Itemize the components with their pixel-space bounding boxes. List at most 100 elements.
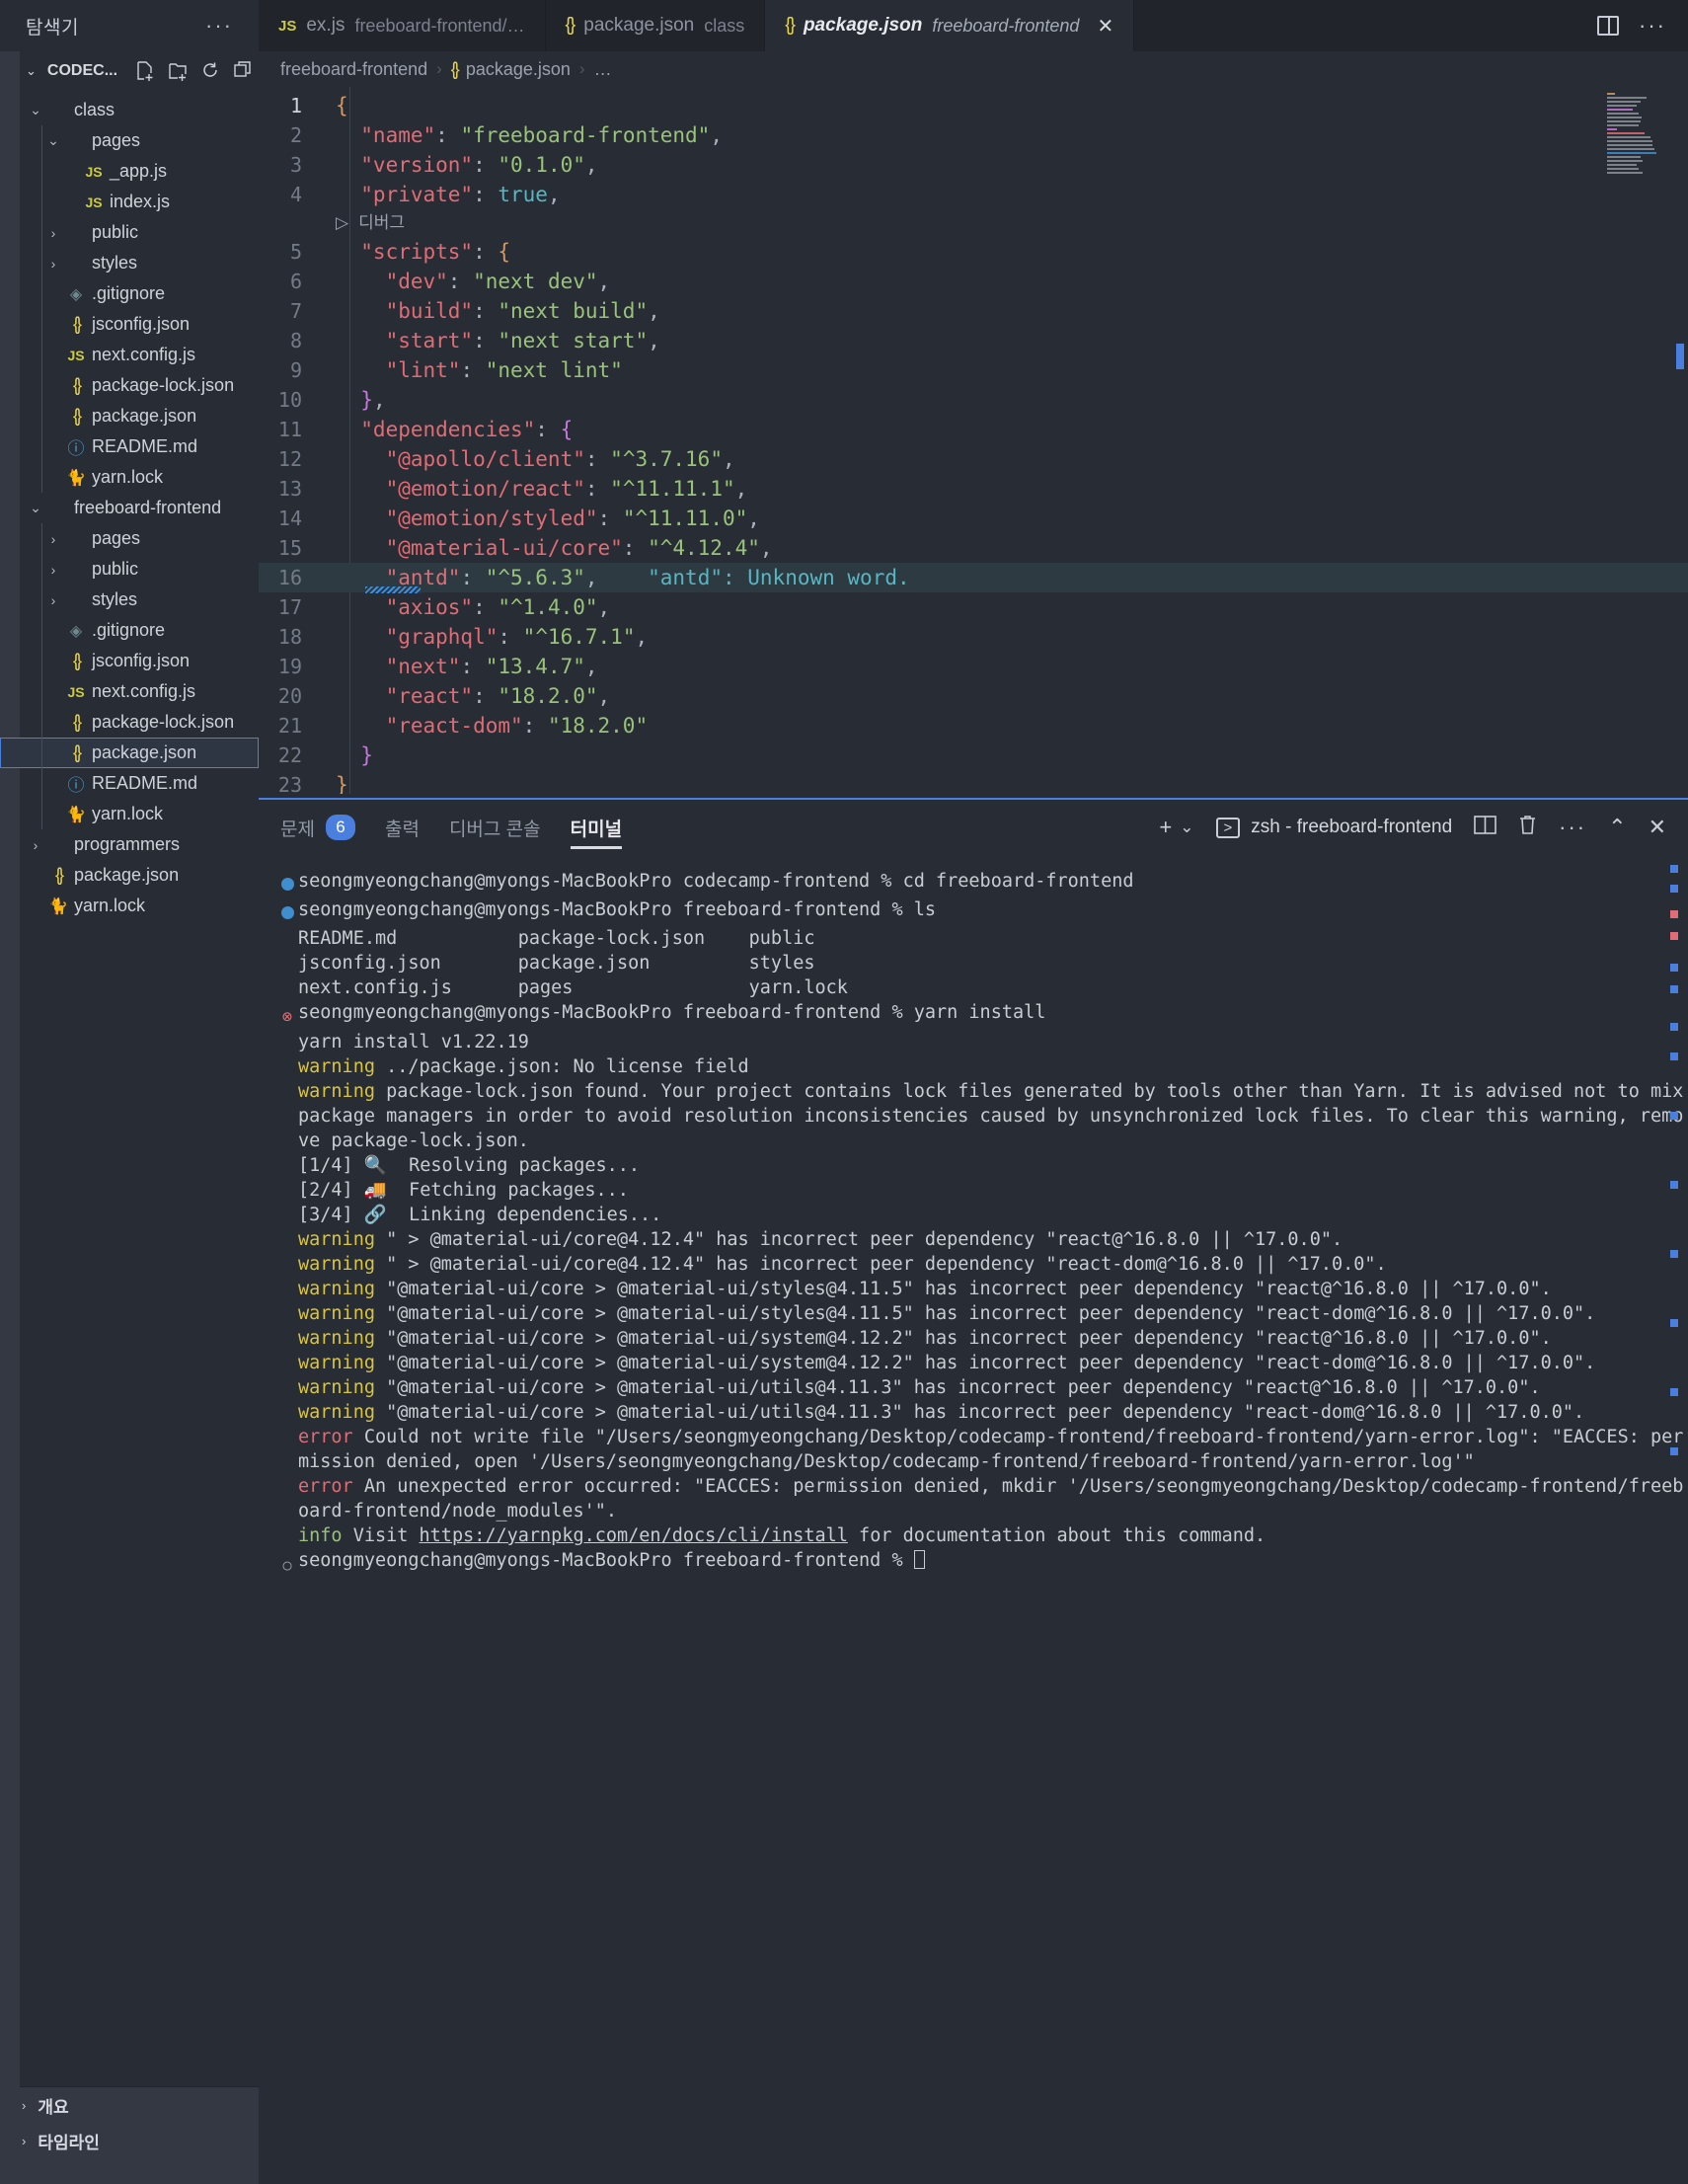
code-editor[interactable]: 1{2 "name": "freeboard-frontend", 3 "vers… xyxy=(259,87,1688,794)
new-folder-icon[interactable] xyxy=(169,61,188,82)
tree-item-programmers[interactable]: › programmers xyxy=(0,829,259,860)
code-line-10[interactable]: 10 }, xyxy=(259,385,1688,415)
tree-item-next-config-js[interactable]: JS next.config.js xyxy=(0,676,259,707)
tree-item-README-md[interactable]: ⓘ README.md xyxy=(0,768,259,799)
code-line-6[interactable]: 6 "dev": "next dev", xyxy=(259,267,1688,296)
code-line-11[interactable]: 11 "dependencies": { xyxy=(259,415,1688,444)
chevron-right-icon[interactable]: › xyxy=(22,2098,26,2113)
split-terminal-icon[interactable] xyxy=(1474,815,1496,840)
panel-tab-문제[interactable]: 문제 6 xyxy=(280,800,355,855)
code-line-2[interactable]: 2 "name": "freeboard-frontend", xyxy=(259,120,1688,150)
editor-tab-package-json-1[interactable]: {} package.json class xyxy=(545,0,766,51)
tree-item-pages[interactable]: ⌄ pages xyxy=(0,125,259,156)
chevron-right-icon[interactable]: › xyxy=(26,837,45,853)
chevron-right-icon[interactable]: › xyxy=(43,562,63,578)
code-line-8[interactable]: 8 "start": "next start", xyxy=(259,326,1688,355)
terminal-body[interactable]: seongmyeongchang@myongs-MacBookPro codec… xyxy=(259,855,1688,2184)
tree-item-package-json[interactable]: {} package.json xyxy=(0,401,259,431)
play-icon[interactable]: ▷ xyxy=(328,208,348,238)
maximize-panel-chevron-up-icon[interactable]: ⌃ xyxy=(1608,815,1626,840)
tree-item-freeboard-frontend[interactable]: ⌄ freeboard-frontend xyxy=(0,493,259,523)
tree-item-jsconfig-json[interactable]: {} jsconfig.json xyxy=(0,309,259,340)
code-line-23[interactable]: 23} xyxy=(259,770,1688,794)
breadcrumb-file[interactable]: package.json xyxy=(466,59,571,80)
tree-item-jsconfig-json[interactable]: {} jsconfig.json xyxy=(0,646,259,676)
code-line-12[interactable]: 12 "@apollo/client": "^3.7.16", xyxy=(259,444,1688,474)
new-terminal-chevron-down-icon[interactable]: ⌄ xyxy=(1180,818,1193,837)
editor-tab-ex-js-0[interactable]: JS ex.js freeboard-frontend/… xyxy=(259,0,546,51)
editor-scrollbar-marker[interactable] xyxy=(1676,344,1684,369)
tree-item-pages[interactable]: › pages xyxy=(0,523,259,554)
split-editor-icon[interactable] xyxy=(1597,16,1620,36)
new-terminal-icon[interactable]: + xyxy=(1159,815,1172,840)
chevron-down-icon[interactable]: ⌄ xyxy=(43,132,63,149)
code-content[interactable]: 1{2 "name": "freeboard-frontend", 3 "vers… xyxy=(259,87,1688,794)
chevron-right-icon[interactable]: › xyxy=(22,2134,26,2148)
code-line-16[interactable]: 16 "antd": "^5.6.3", "antd": Unknown wor… xyxy=(259,563,1688,593)
code-line-15[interactable]: 15 "@material-ui/core": "^4.12.4", xyxy=(259,533,1688,563)
tree-item-next-config-js[interactable]: JS next.config.js xyxy=(0,340,259,370)
code-line-4[interactable]: 4 "private": true, xyxy=(259,180,1688,209)
close-panel-icon[interactable]: ✕ xyxy=(1649,815,1666,840)
collapse-all-icon[interactable] xyxy=(234,60,253,82)
code-line-5[interactable]: 5 "scripts": { xyxy=(259,237,1688,267)
code-line-9[interactable]: 9 "lint": "next lint" xyxy=(259,355,1688,385)
tree-item-package-json[interactable]: {} package.json xyxy=(0,738,259,768)
breadcrumb-tail[interactable]: … xyxy=(594,59,612,80)
close-tab-icon[interactable]: ✕ xyxy=(1097,14,1113,39)
tree-item--gitignore[interactable]: ◈ .gitignore xyxy=(0,615,259,646)
code-line-3[interactable]: 3 "version": "0.1.0", xyxy=(259,150,1688,180)
tree-item-index-js[interactable]: JS index.js xyxy=(0,187,259,217)
explorer-header[interactable]: ⌄ CODEC... xyxy=(0,51,259,91)
explorer-more-actions-icon[interactable]: ··· xyxy=(205,13,259,39)
code-line-22[interactable]: 22 } xyxy=(259,741,1688,770)
panel-tab-출력[interactable]: 출력 xyxy=(385,800,420,855)
tree-item-public[interactable]: › public xyxy=(0,217,259,248)
code-line-18[interactable]: 18 "graphql": "^16.7.1", xyxy=(259,622,1688,652)
tree-item-package-lock-json[interactable]: {} package-lock.json xyxy=(0,707,259,738)
tree-item-yarn-lock[interactable]: 🐈 yarn.lock xyxy=(0,799,259,829)
tree-item-yarn-lock[interactable]: 🐈 yarn.lock xyxy=(0,891,259,921)
panel-tab-터미널[interactable]: 터미널 xyxy=(570,800,623,855)
code-line-7[interactable]: 7 "build": "next build", xyxy=(259,296,1688,326)
chevron-down-icon[interactable]: ⌄ xyxy=(26,500,45,516)
tree-item-styles[interactable]: › styles xyxy=(0,248,259,278)
codelens-label[interactable]: 디버그 xyxy=(348,208,405,238)
breadcrumb-root[interactable]: freeboard-frontend xyxy=(280,59,427,80)
chevron-right-icon[interactable]: › xyxy=(43,531,63,547)
editor-more-actions-icon[interactable]: ··· xyxy=(1639,13,1666,39)
kill-terminal-trash-icon[interactable] xyxy=(1518,815,1537,841)
code-line-19[interactable]: 19 "next": "13.4.7", xyxy=(259,652,1688,681)
terminal-scrollbar-markers[interactable] xyxy=(1670,855,1678,2184)
tree-item--gitignore[interactable]: ◈ .gitignore xyxy=(0,278,259,309)
chevron-down-icon[interactable]: ⌄ xyxy=(26,102,45,118)
editor-tab-package-json-2[interactable]: {} package.json freeboard-frontend ✕ xyxy=(765,0,1135,51)
tree-item-README-md[interactable]: ⓘ README.md xyxy=(0,431,259,462)
new-file-icon[interactable] xyxy=(136,60,155,82)
tree-item-yarn-lock[interactable]: 🐈 yarn.lock xyxy=(0,462,259,493)
codelens-debug[interactable]: ▷ 디버그 xyxy=(259,209,1688,237)
sidebar-section-개요[interactable]: › 개요 xyxy=(0,2087,259,2123)
editor-minimap[interactable] xyxy=(1607,93,1666,174)
tree-item-_app-js[interactable]: JS _app.js xyxy=(0,156,259,187)
tree-item-public[interactable]: › public xyxy=(0,554,259,585)
code-line-17[interactable]: 17 "axios": "^1.4.0", xyxy=(259,592,1688,622)
panel-more-actions-icon[interactable]: ··· xyxy=(1559,815,1586,840)
tree-item-styles[interactable]: › styles xyxy=(0,585,259,615)
code-line-13[interactable]: 13 "@emotion/react": "^11.11.1", xyxy=(259,474,1688,504)
code-line-1[interactable]: 1{ xyxy=(259,91,1688,120)
sidebar-section-타임라인[interactable]: › 타임라인 xyxy=(0,2123,259,2158)
tree-item-class[interactable]: ⌄ class xyxy=(0,95,259,125)
chevron-right-icon[interactable]: › xyxy=(43,256,63,272)
file-tree[interactable]: ⌄ class ⌄ pages JS _app.js JS index.js › public › s… xyxy=(0,91,259,2086)
chevron-right-icon[interactable]: › xyxy=(43,225,63,241)
chevron-right-icon[interactable]: › xyxy=(43,592,63,608)
terminal-selector[interactable]: > zsh - freeboard-frontend xyxy=(1215,817,1452,838)
chevron-down-icon[interactable]: ⌄ xyxy=(26,63,37,79)
code-line-20[interactable]: 20 "react": "18.2.0", xyxy=(259,681,1688,711)
terminal-output[interactable]: seongmyeongchang@myongs-MacBookPro codec… xyxy=(259,855,1688,1578)
tree-item-package-lock-json[interactable]: {} package-lock.json xyxy=(0,370,259,401)
refresh-icon[interactable] xyxy=(201,61,220,82)
code-line-14[interactable]: 14 "@emotion/styled": "^11.11.0", xyxy=(259,504,1688,533)
tree-item-package-json[interactable]: {} package.json xyxy=(0,860,259,891)
